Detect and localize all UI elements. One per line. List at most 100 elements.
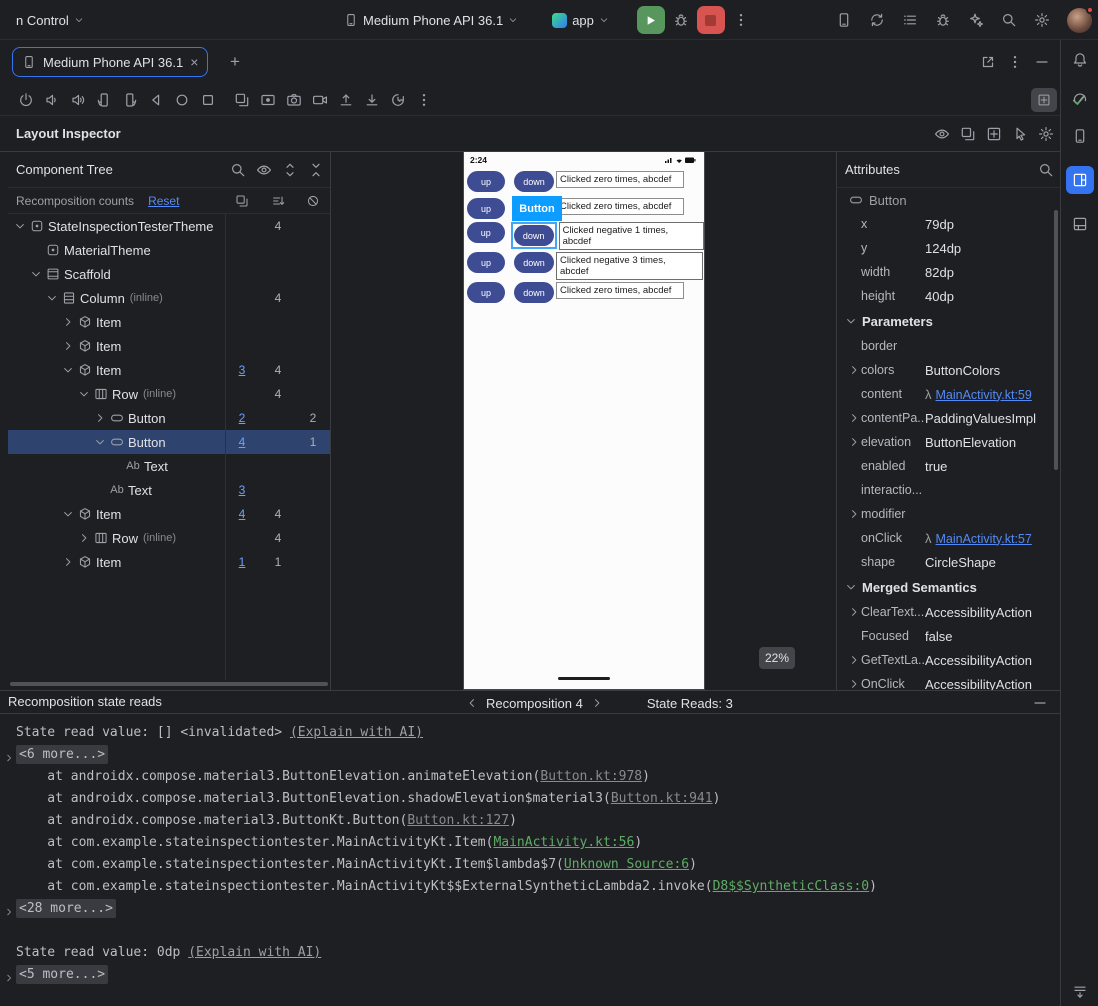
attribute-row[interactable]: elevation ButtonElevation: [837, 430, 1060, 454]
ai-link[interactable]: (Explain with AI): [188, 945, 321, 960]
tree-row[interactable]: Item: [8, 334, 330, 358]
attribute-row[interactable]: onClick λ MainActivity.kt:57: [837, 526, 1060, 550]
attribute-value-link[interactable]: MainActivity.kt:59: [936, 388, 1032, 402]
attribute-row[interactable]: content λ MainActivity.kt:59: [837, 382, 1060, 406]
down-button[interactable]: down: [514, 252, 554, 273]
profile-avatar[interactable]: [1067, 5, 1094, 33]
chevron-right-icon[interactable]: [60, 340, 76, 352]
attribute-row[interactable]: interactio...: [837, 478, 1060, 502]
attribute-row[interactable]: border: [837, 334, 1060, 358]
attribute-row[interactable]: OnClick AccessibilityAction: [837, 672, 1060, 690]
up-button[interactable]: up: [467, 198, 505, 219]
tree-row[interactable]: Scaffold: [8, 262, 330, 286]
fold-chip[interactable]: <28 more...>: [16, 899, 116, 918]
fold-chevron-icon[interactable]: [4, 903, 14, 925]
device-manager-icon[interactable]: [1072, 128, 1088, 144]
attribute-row[interactable]: Focused false: [837, 624, 1060, 648]
fold-chevron-icon[interactable]: [4, 749, 14, 771]
open-in-window-icon[interactable]: [980, 54, 996, 70]
download-icon[interactable]: [364, 92, 380, 108]
attribute-row[interactable]: enabled true: [837, 454, 1060, 478]
close-tab-icon[interactable]: ×: [190, 55, 198, 69]
chevron-right-icon[interactable]: [76, 532, 92, 544]
tab-options-icon[interactable]: [1007, 54, 1023, 70]
expand-icon[interactable]: [847, 436, 861, 448]
chevron-down-icon[interactable]: [12, 220, 28, 232]
expand-icon[interactable]: [847, 678, 861, 690]
more-actions-icon[interactable]: [733, 12, 749, 28]
reset-counts-link[interactable]: Reset: [148, 194, 179, 208]
vcs-widget[interactable]: n Control: [10, 9, 90, 32]
attribute-row[interactable]: x 79dp: [837, 212, 1060, 236]
scroll-to-end-icon[interactable]: [1072, 984, 1088, 1000]
chevron-right-icon[interactable]: [60, 556, 76, 568]
attribute-row[interactable]: GetTextLa... AccessibilityAction: [837, 648, 1060, 672]
video-capture-icon[interactable]: [312, 92, 328, 108]
tree-search-icon[interactable]: [230, 162, 246, 178]
recomposition-count-link[interactable]: 3: [224, 363, 260, 377]
chevron-down-icon[interactable]: [60, 364, 76, 376]
sync-icon[interactable]: [869, 12, 885, 28]
expand-all-icon[interactable]: [282, 162, 298, 178]
fold-chevron-icon[interactable]: [4, 969, 14, 991]
down-button[interactable]: down: [514, 282, 554, 303]
inspector-settings-icon[interactable]: [1038, 126, 1054, 142]
gray-link[interactable]: Button.kt:941: [611, 791, 713, 806]
down-button-selected[interactable]: down: [513, 225, 554, 246]
device-selector[interactable]: Medium Phone API 36.1: [338, 9, 524, 32]
tree-row[interactable]: Button 2 2: [8, 406, 330, 430]
rotate-right-icon[interactable]: [122, 92, 138, 108]
recomposition-count-link[interactable]: 4: [224, 435, 260, 449]
attribute-row[interactable]: modifier: [837, 502, 1060, 526]
attribute-value-link[interactable]: MainActivity.kt:57: [936, 532, 1032, 546]
device-screen[interactable]: 2:24 updownClicked zero times, abcdefupd…: [463, 152, 705, 690]
snapshot-icon[interactable]: [960, 126, 976, 142]
up-button[interactable]: up: [467, 171, 505, 192]
expand-icon[interactable]: [847, 508, 861, 520]
screenshot-icon[interactable]: [234, 92, 250, 108]
attributes-scrollbar[interactable]: [1054, 210, 1058, 470]
ai-link[interactable]: (Explain with AI): [290, 725, 423, 740]
up-button[interactable]: up: [467, 222, 505, 243]
snapshot-restore-icon[interactable]: [390, 92, 406, 108]
run-button[interactable]: [636, 6, 665, 34]
attributes-section-header[interactable]: Parameters: [837, 308, 1060, 334]
next-recomposition-icon[interactable]: [591, 697, 603, 709]
home-button-icon[interactable]: [174, 92, 190, 108]
minimize-icon[interactable]: [1034, 54, 1050, 70]
recomposition-count-link[interactable]: 3: [224, 483, 260, 497]
chevron-down-icon[interactable]: [92, 436, 108, 448]
tree-row[interactable]: StateInspectionTesterTheme 4: [8, 214, 330, 238]
attribute-row[interactable]: colors ButtonColors: [837, 358, 1060, 382]
attribute-row[interactable]: shape CircleShape: [837, 550, 1060, 574]
volume-up-icon[interactable]: [70, 92, 86, 108]
tree-row[interactable]: Ab Text 3: [8, 478, 330, 502]
stop-button[interactable]: [696, 6, 725, 34]
fold-chip[interactable]: <6 more...>: [16, 745, 109, 764]
recents-button-icon[interactable]: [200, 92, 216, 108]
tree-row[interactable]: MaterialTheme: [8, 238, 330, 262]
prev-recomposition-icon[interactable]: [466, 697, 478, 709]
gray-link[interactable]: Button.kt:127: [407, 813, 509, 828]
recomposition-count-link[interactable]: 1: [224, 555, 260, 569]
collapse-all-icon[interactable]: [308, 162, 324, 178]
search-everywhere-icon[interactable]: [1001, 12, 1017, 28]
skips-column-icon[interactable]: [271, 194, 285, 208]
select-component-icon[interactable]: [1012, 126, 1028, 142]
tree-row[interactable]: Item 4 4: [8, 502, 330, 526]
fold-chip[interactable]: <5 more...>: [16, 965, 109, 984]
ai-assistant-icon[interactable]: [968, 12, 984, 28]
green-link[interactable]: D8$$SyntheticClass:0: [713, 879, 870, 894]
device-mirroring-icon[interactable]: [836, 12, 852, 28]
expand-icon[interactable]: [847, 654, 861, 666]
tree-row[interactable]: Button 4 1: [8, 430, 330, 454]
down-button[interactable]: down: [514, 171, 554, 192]
chevron-down-icon[interactable]: [60, 508, 76, 520]
tree-row[interactable]: Item 3 4: [8, 358, 330, 382]
expand-icon[interactable]: [847, 364, 861, 376]
attributes-search-icon[interactable]: [1038, 162, 1054, 178]
attribute-row[interactable]: ClearText... AccessibilityAction: [837, 600, 1060, 624]
chevron-right-icon[interactable]: [92, 412, 108, 424]
attributes-section-header[interactable]: Merged Semantics: [837, 574, 1060, 600]
screen-record-icon[interactable]: [260, 92, 276, 108]
